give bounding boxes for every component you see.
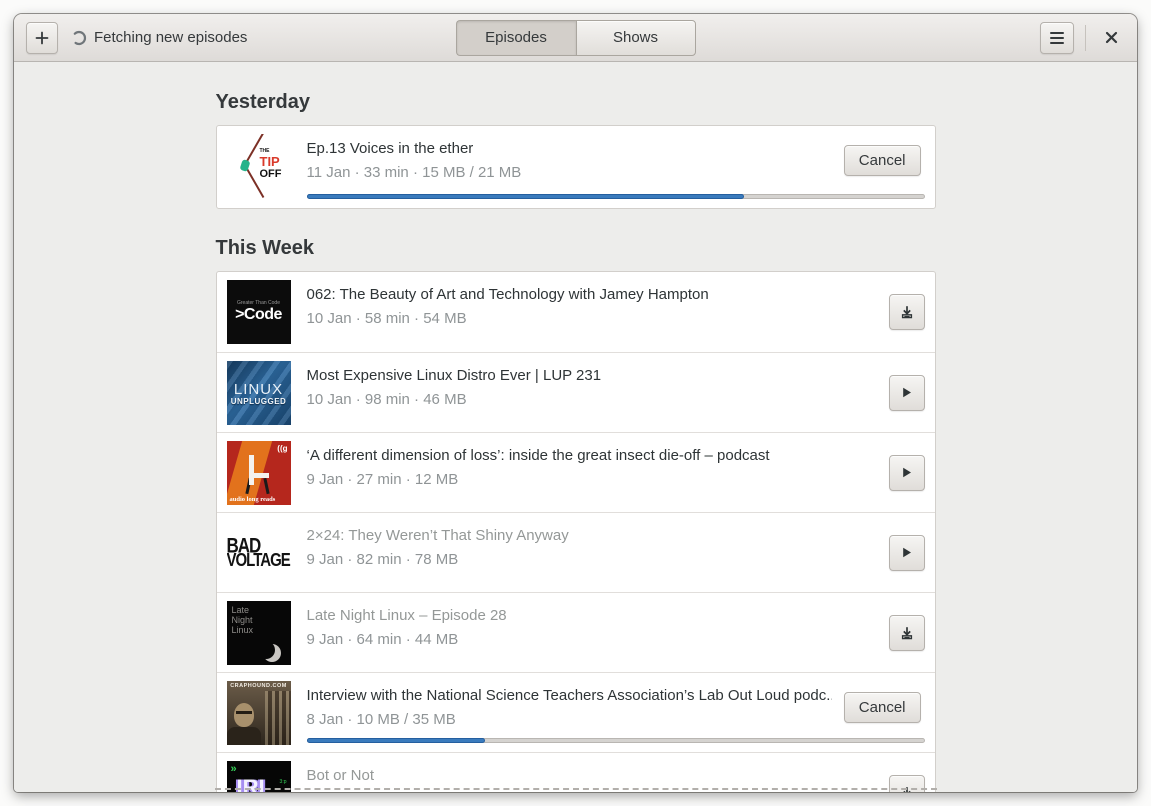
episode-row[interactable]: Greater Than Code >Code 062: The Beauty of… — [217, 272, 935, 352]
episode-text: ‘A different dimension of loss’: inside … — [307, 446, 877, 504]
hamburger-icon — [1050, 31, 1064, 44]
podcast-artwork: ((g audio long reads — [226, 441, 291, 505]
episode-title: Ep.13 Voices in the ether — [306, 140, 474, 157]
play-icon — [903, 547, 911, 558]
tab-episodes[interactable]: Episodes — [455, 19, 576, 56]
cancel-download-button[interactable]: Cancel — [843, 692, 921, 723]
episodes-column: Yesterday THE TIP OFF Ep.13 Voices in the et… — [215, 89, 936, 792]
episode-meta: 10 Jan · 98 min · 46 MB — [306, 391, 467, 408]
titlebar-right — [1040, 21, 1125, 54]
plus-icon — [35, 31, 49, 44]
download-progressbar — [306, 738, 925, 743]
tab-shows[interactable]: Shows — [575, 19, 696, 56]
scroll-undershoot-indicator — [215, 788, 937, 790]
play-icon — [903, 467, 911, 478]
view-switcher: Episodes Shows — [455, 19, 696, 56]
app-window: Fetching new episodes Episodes Shows Yes… — [14, 14, 1137, 792]
episode-text: Most Expensive Linux Distro Ever | LUP 2… — [307, 366, 877, 424]
episode-meta: 10 Jan · 58 min · 54 MB — [306, 310, 467, 327]
close-button[interactable] — [1097, 24, 1125, 52]
episode-row[interactable]: CRAPHOUND.COM Interview with the National… — [216, 672, 935, 752]
episode-text: 2×24: They Weren’t That Shiny Anyway 9 Ja… — [307, 526, 877, 584]
episodes-view: Yesterday THE TIP OFF Ep.13 Voices in the et… — [14, 63, 1137, 792]
episode-title: 2×24: They Weren’t That Shiny Anyway — [306, 527, 569, 544]
episode-text: 062: The Beauty of Art and Technology wi… — [307, 285, 877, 344]
cancel-download-button[interactable]: Cancel — [843, 145, 921, 176]
episode-row[interactable]: BAD VOLTAGE 2×24: They Weren’t That Shiny … — [216, 512, 935, 592]
section-heading: This Week — [215, 237, 315, 259]
add-podcast-button[interactable] — [26, 21, 58, 54]
episode-title: ‘A different dimension of loss’: inside … — [306, 447, 770, 464]
episode-title: Most Expensive Linux Distro Ever | LUP 2… — [306, 367, 602, 384]
episode-meta: 9 Jan · 27 min · 12 MB — [306, 471, 459, 488]
podcast-artwork: Greater Than Code >Code — [226, 280, 291, 344]
episode-text: Late Night Linux – Episode 28 9 Jan · 64 … — [307, 606, 877, 664]
episode-row[interactable]: THE TIP OFF Ep.13 Voices in the ether 11 Jan… — [217, 126, 935, 208]
download-icon — [901, 626, 912, 639]
play-button[interactable] — [888, 454, 925, 491]
episode-row[interactable]: ((g audio long reads ‘A different dimensio… — [216, 432, 935, 512]
download-progressbar — [306, 194, 925, 199]
play-button[interactable] — [888, 534, 925, 571]
podcast-artwork: BAD VOLTAGE — [226, 521, 291, 585]
download-progress-fill — [306, 738, 486, 743]
episode-row[interactable]: LINUX UNPLUGGED Most Expensive Linux Distr… — [216, 352, 935, 432]
section-heading: Yesterday — [215, 91, 311, 113]
episode-meta: 9 Jan · 64 min · 44 MB — [306, 631, 459, 648]
status-text: Fetching new episodes — [94, 29, 248, 46]
spinner-icon — [71, 30, 87, 45]
podcast-artwork: Late Night Linux — [226, 601, 291, 665]
close-icon — [1105, 31, 1117, 44]
download-button[interactable] — [888, 614, 925, 651]
episode-text: Ep.13 Voices in the ether 11 Jan · 33 min… — [307, 139, 832, 200]
menu-button[interactable] — [1040, 21, 1074, 54]
podcast-artwork: CRAPHOUND.COM — [226, 681, 291, 745]
episode-text: Interview with the National Science Teac… — [307, 686, 832, 744]
episode-row[interactable]: Late Night Linux Late Night Linux – Episode… — [216, 592, 935, 672]
play-button[interactable] — [888, 374, 925, 411]
episode-meta: 11 Jan · 33 min · 15 MB / 21 MB — [306, 164, 522, 181]
download-icon — [901, 306, 912, 319]
download-button[interactable] — [888, 294, 925, 330]
episode-title: Interview with the National Science Teac… — [306, 687, 832, 704]
episode-row[interactable]: » IRL 3:p Bot or Not — [216, 752, 935, 792]
titlebar: Fetching new episodes Episodes Shows — [14, 14, 1137, 62]
episode-title: 062: The Beauty of Art and Technology wi… — [306, 286, 709, 303]
episode-meta: 9 Jan · 82 min · 78 MB — [306, 551, 459, 568]
play-icon — [903, 387, 911, 398]
podcast-artwork: LINUX UNPLUGGED — [226, 361, 291, 425]
episode-title: Late Night Linux – Episode 28 — [306, 607, 507, 624]
podcast-artwork: THE TIP OFF — [226, 134, 291, 198]
episode-card: Greater Than Code >Code 062: The Beauty of… — [215, 271, 936, 792]
download-progress-fill — [306, 194, 744, 199]
episode-card: THE TIP OFF Ep.13 Voices in the ether 11 Jan… — [215, 125, 936, 209]
titlebar-separator — [1085, 24, 1086, 51]
episode-meta: 8 Jan · 10 MB / 35 MB — [306, 711, 456, 728]
episode-title: Bot or Not — [306, 767, 375, 784]
